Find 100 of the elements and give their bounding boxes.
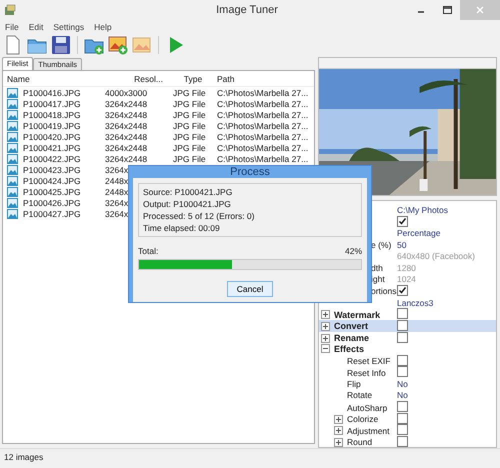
checkbox[interactable]: [397, 308, 408, 320]
table-cell-text: 3264x2448: [104, 98, 148, 108]
property-value[interactable]: Lanczos3: [397, 298, 434, 308]
table-cell-text: P1000426.JPG: [22, 198, 81, 208]
property-label: Reset EXIF: [347, 356, 390, 366]
image-file-icon: [7, 176, 18, 186]
table-cell-text: 3264x: [104, 198, 128, 208]
table-cell-text: 3264x2448: [104, 110, 148, 120]
section-label[interactable]: Effects: [334, 344, 364, 354]
table-cell-text: 2448x: [104, 176, 128, 186]
property-label: Adjustment: [347, 426, 390, 436]
section-label[interactable]: Rename: [334, 333, 370, 344]
checkbox[interactable]: [397, 354, 408, 366]
column-header[interactable]: Path: [213, 74, 313, 84]
property-label: Round: [347, 437, 372, 448]
close-icon: [476, 6, 484, 14]
table-cell-text: P1000416.JPG: [22, 88, 81, 98]
image-file-icon: [7, 142, 18, 152]
property-value[interactable]: No: [397, 390, 408, 400]
image-file-icon: [7, 88, 18, 98]
image-file-icon: [7, 110, 18, 120]
table-cell-text: 3264x2448: [104, 120, 148, 130]
plus-icon: [322, 311, 329, 318]
table-cell-text: C:\Photos\Marbella 27...: [216, 142, 308, 152]
table-cell-text: C:\Photos\Marbella 27...: [216, 120, 308, 130]
plus-icon: [335, 416, 342, 423]
app-icon: [4, 4, 16, 16]
menu-item[interactable]: Settings: [53, 22, 84, 32]
expand-toggle[interactable]: [321, 310, 330, 320]
image-plus-icon[interactable]: [107, 34, 129, 56]
checkbox[interactable]: [397, 332, 408, 343]
plus-icon: [322, 334, 329, 342]
table-cell-text: JPG File: [172, 132, 206, 142]
column-header[interactable]: Resol...: [101, 74, 169, 84]
table-cell-text: C:\Photos\Marbella 27...: [216, 88, 308, 98]
table-cell-text: 3264x: [104, 164, 128, 174]
image-file-icon: [7, 120, 18, 130]
image-file-icon: [7, 154, 18, 164]
table-cell-text: C:\Photos\Marbella 27...: [216, 98, 308, 108]
menu-item[interactable]: Edit: [28, 22, 44, 32]
table-cell-text: P1000419.JPG: [22, 120, 81, 130]
checkbox[interactable]: [397, 401, 408, 412]
property-value[interactable]: C:\My Photos: [397, 204, 448, 215]
table-cell-text: 3264x2448: [104, 154, 148, 164]
property-label: Rotate: [347, 390, 372, 400]
image-file-icon: [7, 186, 18, 196]
plus-icon: [322, 322, 329, 330]
window-title: Image Tuner: [215, 4, 279, 16]
image-file-icon: [7, 164, 18, 174]
table-cell-text: 3264x2448: [104, 132, 148, 142]
info-text: Output: P1000421.JPG: [143, 199, 232, 209]
checkbox[interactable]: [397, 320, 408, 331]
table-cell-text: 4000x3000: [104, 88, 148, 98]
column-header[interactable]: Name: [3, 74, 101, 84]
column-header[interactable]: Type: [169, 74, 213, 84]
property-value[interactable]: Percentage: [397, 228, 440, 238]
image-file-icon: [7, 198, 18, 208]
table-cell-text: JPG File: [172, 142, 206, 152]
expand-toggle[interactable]: [321, 334, 330, 343]
table-cell-text: JPG File: [172, 98, 206, 108]
table-cell-text: JPG File: [172, 88, 206, 98]
maximize-icon: [442, 6, 452, 14]
table-cell-text: JPG File: [172, 154, 206, 164]
property-label: AutoSharp: [347, 402, 388, 413]
dialog-title: Process: [230, 166, 270, 178]
table-cell-text: P1000427.JPG: [22, 208, 81, 218]
checkbox[interactable]: [397, 412, 408, 424]
checkbox[interactable]: [397, 436, 408, 447]
table-cell-text: P1000418.JPG: [22, 110, 81, 120]
table-cell-text: C:\Photos\Marbella 27...: [216, 110, 308, 120]
property-value[interactable]: 50: [397, 240, 406, 250]
cancel-button[interactable]: Cancel: [227, 281, 273, 297]
property-label: Reset Info: [347, 368, 386, 378]
expand-toggle[interactable]: [334, 426, 343, 436]
checkbox[interactable]: [397, 285, 408, 296]
section-label[interactable]: Watermark: [334, 310, 380, 320]
info-text: Time elapsed: 00:09: [143, 223, 221, 233]
table-cell-text: 3264x: [104, 208, 128, 218]
menu-item[interactable]: File: [5, 22, 19, 32]
property-label: ortions: [371, 286, 397, 296]
expand-toggle[interactable]: [321, 322, 330, 331]
expand-toggle[interactable]: [334, 438, 343, 447]
checkbox[interactable]: [397, 424, 408, 436]
table-cell-text: P1000425.JPG: [22, 186, 81, 196]
checkbox[interactable]: [397, 216, 408, 227]
table-cell-text: P1000420.JPG: [22, 132, 81, 142]
property-label: Colorize: [347, 414, 378, 424]
property-value[interactable]: No: [397, 378, 408, 389]
collapse-toggle[interactable]: [321, 344, 330, 354]
table-cell-text: 3264x2448: [104, 142, 148, 152]
table-cell-text: P1000417.JPG: [22, 98, 81, 108]
table-cell-text: C:\Photos\Marbella 27...: [216, 132, 308, 142]
save-icon[interactable]: [50, 34, 72, 56]
menu-item[interactable]: Help: [94, 22, 112, 32]
checkbox[interactable]: [397, 366, 408, 378]
table-cell-text: JPG File: [172, 110, 206, 120]
section-label[interactable]: Convert: [334, 321, 368, 332]
percent-text: 42%: [344, 246, 362, 256]
property-label: Flip: [347, 378, 361, 389]
expand-toggle[interactable]: [334, 414, 343, 424]
